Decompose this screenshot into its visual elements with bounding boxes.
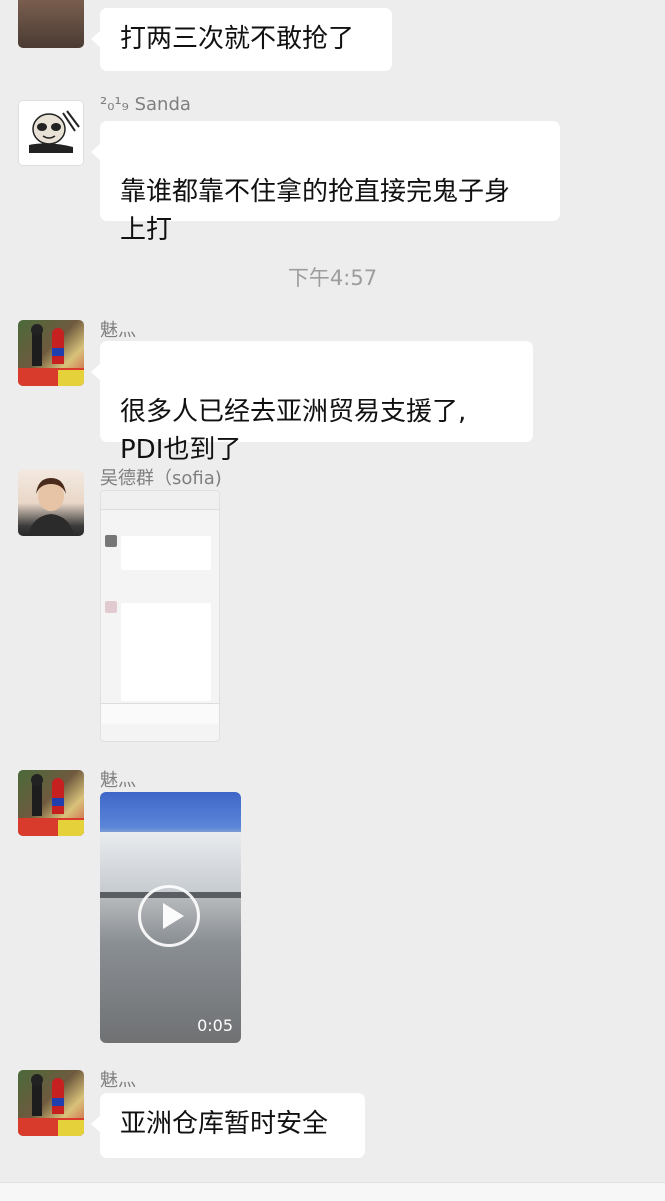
video-duration: 0:05 xyxy=(197,1016,233,1035)
message-bubble[interactable]: 亚洲仓库暂时安全 xyxy=(91,1093,365,1158)
warehouse-building xyxy=(100,832,241,892)
screenshot-avatar xyxy=(105,535,117,547)
screenshot-header xyxy=(101,491,219,510)
sender-name: 吴德群（sofia) xyxy=(100,468,222,489)
screenshot-chat-bubble xyxy=(121,536,211,570)
message-text: 很多人已经去亚洲贸易支援了, PDI也到了 xyxy=(120,397,467,465)
spiderman-figures-avatar-image xyxy=(18,1074,84,1136)
sender-avatar[interactable] xyxy=(18,100,84,166)
sender-name: 魅灬 xyxy=(100,320,136,341)
time-separator: 下午4:57 xyxy=(287,266,378,290)
screenshot-chat-bubble xyxy=(121,603,211,701)
message-bubble[interactable]: 靠谁都靠不住拿的抢直接完鬼子身 上打 xyxy=(91,121,560,245)
sender-avatar[interactable] xyxy=(18,770,84,836)
sender-avatar[interactable] xyxy=(18,470,84,536)
video-message[interactable]: 0:05 xyxy=(100,792,241,1043)
sender-avatar[interactable] xyxy=(18,0,84,48)
sender-avatar[interactable] xyxy=(18,320,84,386)
sender-name: 魅灬 xyxy=(100,770,136,791)
sender-name: 魅灬 xyxy=(100,1070,136,1091)
message-bubble[interactable]: 打两三次就不敢抢了 xyxy=(91,8,392,71)
woman-portrait-avatar-image xyxy=(28,478,74,536)
sender-name: ²₀¹₉ Sanda xyxy=(100,94,191,115)
panda-meme-avatar-image xyxy=(19,101,83,165)
message-text: 亚洲仓库暂时安全 xyxy=(120,1109,329,1139)
message-bubble[interactable]: 很多人已经去亚洲贸易支援了, PDI也到了 xyxy=(91,341,533,465)
sender-avatar[interactable] xyxy=(18,1070,84,1136)
message-text: 靠谁都靠不住拿的抢直接完鬼子身 上打 xyxy=(120,177,511,245)
spiderman-figures-avatar-image xyxy=(18,324,84,386)
screenshot-input-bar xyxy=(101,703,219,724)
play-icon[interactable] xyxy=(138,885,200,947)
message-text: 打两三次就不敢抢了 xyxy=(120,24,355,54)
screenshot-avatar xyxy=(105,601,117,613)
spiderman-figures-avatar-image xyxy=(18,774,84,836)
input-bar-edge xyxy=(0,1182,665,1201)
shared-screenshot-image[interactable] xyxy=(100,490,220,742)
